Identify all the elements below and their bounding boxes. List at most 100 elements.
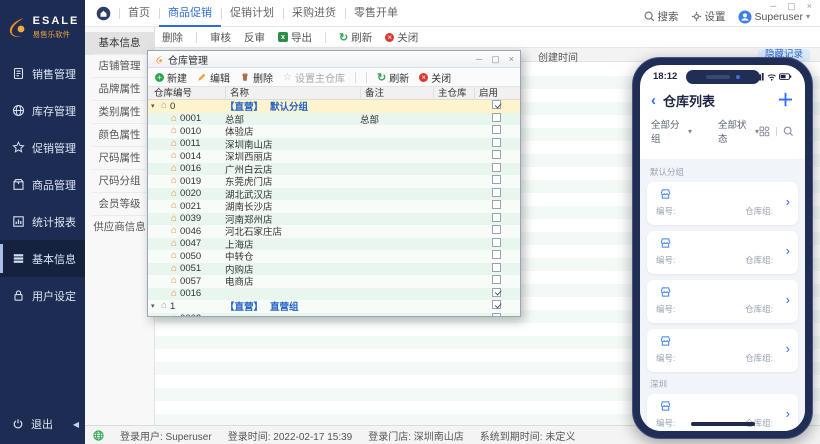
close-button[interactable]: × [807, 1, 812, 12]
table-row[interactable]: ▾⌂0 【直营】默认分组 [148, 100, 520, 113]
table-row[interactable]: ▾⌂0057 电商店 [148, 275, 520, 288]
search-button[interactable]: 搜索 [644, 9, 679, 24]
home-indicator[interactable] [691, 422, 755, 426]
sidebar-item-sales[interactable]: 销售管理 [0, 55, 85, 92]
table-row[interactable]: ▾⌂0046 河北石家庄店 [148, 225, 520, 238]
new-button[interactable]: +新建 [155, 70, 187, 85]
warehouse-card[interactable]: › 编号: 仓库组: [647, 182, 798, 225]
menu-item[interactable]: 零售开单 [345, 0, 407, 27]
sidebar-item-reports[interactable]: 统计报表 [0, 203, 85, 240]
table-row[interactable]: ▾⌂0011 深圳南山店 [148, 138, 520, 151]
minimize-button[interactable]: ─ [770, 1, 776, 12]
table-row[interactable]: ▾⌂0021 湖南长沙店 [148, 200, 520, 213]
exit-button[interactable]: 退出 [31, 416, 53, 432]
delete-button[interactable]: 删除 [162, 30, 183, 45]
column-warehouse-number[interactable]: 仓库编号 [148, 87, 225, 100]
refresh-button[interactable]: ↻刷新 [339, 30, 372, 45]
column-name[interactable]: 名称 [225, 87, 360, 100]
table-row[interactable]: ▾⌂0016 [148, 288, 520, 301]
secondary-nav-item[interactable]: 店铺管理 [85, 55, 154, 78]
enabled-checkbox[interactable] [492, 275, 501, 284]
menu-item[interactable]: 商品促销 [159, 0, 221, 27]
dialog-refresh-button[interactable]: ↻刷新 [377, 70, 409, 85]
home-icon[interactable] [96, 6, 111, 21]
enabled-checkbox[interactable] [492, 113, 501, 122]
edit-button[interactable]: 编辑 [197, 70, 230, 85]
dialog-minimize-button[interactable]: ─ [476, 54, 482, 65]
tree-expand-icon[interactable]: ▾ [151, 302, 159, 310]
secondary-nav-item[interactable]: 尺码属性 [85, 147, 154, 170]
sidebar-item-user-settings[interactable]: 用户设定 [0, 277, 85, 314]
menu-item[interactable]: 促销计划 [221, 0, 283, 27]
enabled-checkbox[interactable] [492, 288, 501, 297]
menu-item[interactable]: 首页 [119, 0, 159, 27]
enabled-checkbox[interactable] [492, 238, 501, 247]
enabled-checkbox[interactable] [492, 138, 501, 147]
dialog-close-list-button[interactable]: ×关闭 [419, 70, 451, 85]
export-button[interactable]: x导出 [278, 30, 312, 45]
secondary-nav-item[interactable]: 类别属性 [85, 101, 154, 124]
table-row[interactable]: ▾⌂0014 深圳西丽店 [148, 150, 520, 163]
enabled-checkbox[interactable] [492, 263, 501, 272]
sidebar-item-goods[interactable]: 商品管理 [0, 166, 85, 203]
audit-button[interactable]: 审核 [210, 30, 231, 45]
enabled-checkbox[interactable] [492, 250, 501, 259]
maximize-button[interactable]: ▢ [787, 1, 796, 12]
sidebar-item-inventory[interactable]: 库存管理 [0, 92, 85, 129]
enabled-checkbox[interactable] [492, 200, 501, 209]
dialog-titlebar[interactable]: 仓库管理 ─ ▢ × [148, 51, 520, 68]
secondary-nav-item[interactable]: 供应商信息 [85, 216, 154, 239]
menu-item[interactable]: 采购进货 [283, 0, 345, 27]
tree-expand-icon[interactable]: ▾ [151, 102, 159, 110]
table-row[interactable]: ▾⌂0016 广州白云店 [148, 163, 520, 176]
collapse-sidebar-icon[interactable]: ◀ [73, 420, 79, 429]
enabled-checkbox[interactable] [492, 163, 501, 172]
table-row[interactable]: ▾⌂0001 总部 总部 [148, 113, 520, 126]
column-remark[interactable]: 备注 [360, 87, 433, 100]
table-row[interactable]: ▾⌂0010 体验店 [148, 125, 520, 138]
warehouse-number: 0014 [180, 151, 201, 162]
table-row[interactable]: ▾⌂0051 内购店 [148, 263, 520, 276]
table-row[interactable]: ▾⌂0050 中转仓 [148, 250, 520, 263]
warehouse-number: 0010 [180, 126, 201, 137]
back-icon[interactable]: ‹ [651, 95, 656, 107]
secondary-nav-item[interactable]: 品牌属性 [85, 78, 154, 101]
dialog-maximize-button[interactable]: ▢ [491, 54, 500, 65]
warehouse-card[interactable]: › 编号: 仓库组: [647, 231, 798, 274]
status-filter-dropdown[interactable]: 全部状态▾ [718, 117, 759, 145]
group-filter-dropdown[interactable]: 全部分组▾ [651, 117, 692, 145]
enabled-checkbox[interactable] [492, 313, 501, 316]
close-tab-button[interactable]: ×关闭 [385, 30, 418, 45]
unaudit-button[interactable]: 反审 [244, 30, 265, 45]
secondary-nav-item[interactable]: 会员等级 [85, 193, 154, 216]
warehouse-card[interactable]: › 编号: 仓库组: [647, 329, 798, 372]
table-row[interactable]: ▾⌂0020 湖北武汉店 [148, 188, 520, 201]
table-row[interactable]: ▾⌂0019 东莞虎门店 [148, 175, 520, 188]
sidebar-item-basic-info[interactable]: 基本信息 [0, 240, 85, 277]
add-warehouse-button[interactable]: ＋ [777, 94, 794, 108]
secondary-nav-item[interactable]: 颜色属性 [85, 124, 154, 147]
enabled-checkbox[interactable] [492, 100, 501, 109]
enabled-checkbox[interactable] [492, 188, 501, 197]
enabled-checkbox[interactable] [492, 125, 501, 134]
column-enabled[interactable]: 启用 [474, 87, 520, 100]
enabled-checkbox[interactable] [492, 225, 501, 234]
dialog-close-button[interactable]: × [509, 54, 514, 65]
secondary-nav-item[interactable]: 尺码分组 [85, 170, 154, 193]
grid-view-icon[interactable] [759, 126, 770, 137]
set-main-warehouse-button[interactable]: ☆设置主仓库 [283, 70, 345, 85]
sidebar-item-promotion[interactable]: 促销管理 [0, 129, 85, 166]
enabled-checkbox[interactable] [492, 175, 501, 184]
settings-button[interactable]: 设置 [691, 9, 726, 24]
enabled-checkbox[interactable] [492, 300, 501, 309]
secondary-nav-item[interactable]: 基本信息 [85, 32, 154, 55]
warehouse-card[interactable]: › 编号: 仓库组: [647, 280, 798, 323]
search-icon[interactable] [783, 126, 794, 137]
table-row[interactable]: ▾⌂0047 上海店 [148, 238, 520, 251]
enabled-checkbox[interactable] [492, 150, 501, 159]
dialog-delete-button[interactable]: 删除 [240, 70, 273, 85]
table-row[interactable]: ▾⌂0039 河南郑州店 [148, 213, 520, 226]
table-row[interactable]: ▾⌂1 【直营】直营组 [148, 300, 520, 313]
enabled-checkbox[interactable] [492, 213, 501, 222]
column-main-warehouse[interactable]: 主仓库 [433, 87, 474, 100]
